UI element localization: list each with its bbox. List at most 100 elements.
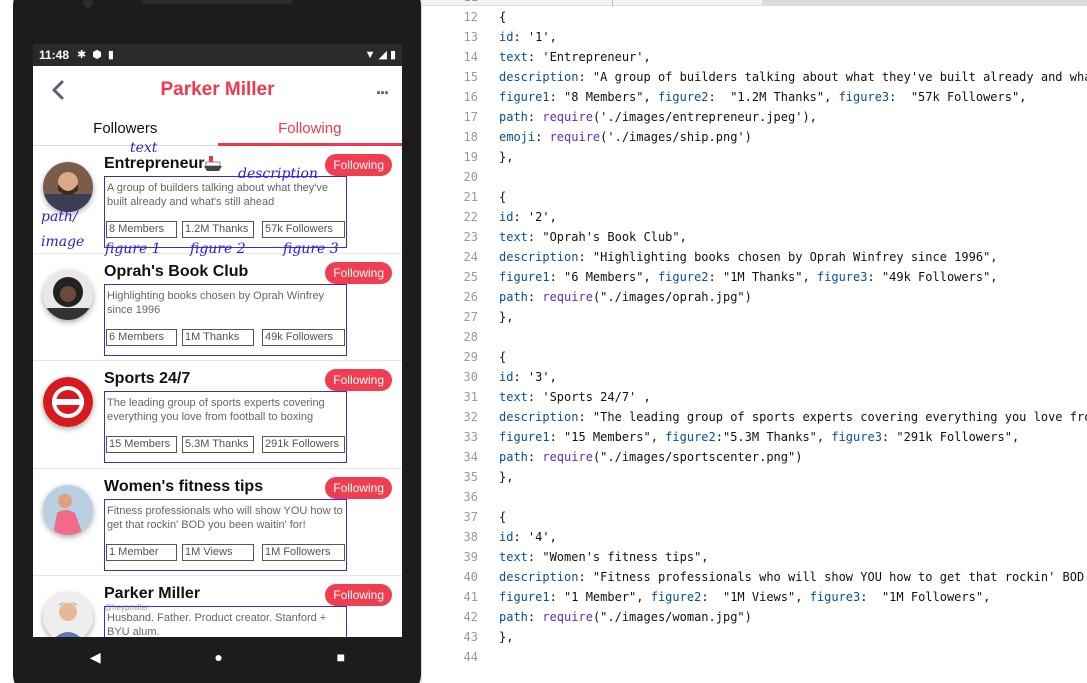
code-line: 43}, xyxy=(422,627,1087,647)
figure-1: 6 Members xyxy=(106,328,177,346)
row-description: Highlighting books chosen by Oprah Winfr… xyxy=(107,289,325,316)
line-number: 26 xyxy=(463,290,478,304)
tab-following[interactable]: Following xyxy=(218,114,403,145)
code-text: id: '3', xyxy=(499,370,557,384)
code-line: 14 text: 'Entrepreneur', xyxy=(422,47,1087,67)
avatar xyxy=(43,162,93,212)
battery-icon: ▮ xyxy=(389,48,396,61)
code-line: 16 figure1: "8 Members", figure2: "1.2M T… xyxy=(422,87,1087,107)
code-text: { xyxy=(499,510,507,524)
list-item[interactable]: Sports 24/7 Following The leading group … xyxy=(33,361,402,469)
avatar xyxy=(43,592,93,637)
code-line: 28 xyxy=(422,327,1087,347)
line-number: 19 xyxy=(463,150,478,164)
line-number: 41 xyxy=(463,590,478,604)
app-header: Parker Miller ... xyxy=(33,66,402,114)
recents-nav-icon[interactable]: ■ xyxy=(337,649,345,665)
figure-3: 1M Followers xyxy=(262,543,345,561)
line-number: 18 xyxy=(463,130,478,144)
code-text: description: "The leading group of sport… xyxy=(499,410,1087,424)
line-number: 22 xyxy=(463,210,478,224)
code-text: figure1: "15 Members", figure2:"5.3M Tha… xyxy=(499,430,1020,444)
code-line: 32 description: "The leading group of spo… xyxy=(422,407,1087,427)
line-number: 38 xyxy=(463,530,478,544)
phone-screen: 11:48 ✱ ⬢ ▮ ▼ ◢ ▮ Parker Miller ... Foll… xyxy=(33,44,402,637)
code-line: 26 path: require("./images/oprah.jpg") xyxy=(422,287,1087,307)
code-line: 38 id: '4', xyxy=(422,527,1087,547)
more-options-icon[interactable]: ... xyxy=(376,78,389,99)
annotation-text: text xyxy=(130,140,158,156)
code-line: 30 id: '3', xyxy=(422,367,1087,387)
list-item[interactable]: Entrepreneur Following A group of builde… xyxy=(33,140,402,257)
line-number: 36 xyxy=(463,490,478,504)
code-text: }, xyxy=(499,630,514,644)
line-number: 42 xyxy=(463,610,478,624)
line-number: 27 xyxy=(463,310,478,324)
code-line: 19}, xyxy=(422,147,1087,167)
wifi-icon: ▼ xyxy=(364,48,376,61)
code-text: text: 'Entrepreneur', xyxy=(499,50,651,64)
row-description: A group of builders talking about what t… xyxy=(107,182,329,208)
figure-2: 1.2M Thanks xyxy=(182,221,254,238)
code-text: description: "Highlighting books chosen … xyxy=(499,250,998,264)
line-number: 33 xyxy=(463,430,478,444)
status-bar: 11:48 ✱ ⬢ ▮ ▼ ◢ ▮ xyxy=(33,44,402,66)
tab-bar: Followers Following xyxy=(33,114,402,146)
code-line: 13 id: '1', xyxy=(422,27,1087,47)
code-line: 18 emoji: require('./images/ship.png') xyxy=(422,127,1087,147)
description-box: The leading group of sports experts cove… xyxy=(104,391,347,464)
following-button[interactable]: Following xyxy=(325,584,392,607)
code-text: { xyxy=(499,10,507,24)
avatar xyxy=(43,269,93,320)
home-nav-icon[interactable]: ● xyxy=(214,649,222,665)
code-line: 22 id: '2', xyxy=(422,207,1087,227)
code-line: 11 xyxy=(422,0,1087,7)
following-button[interactable]: Following xyxy=(325,154,392,176)
avatar xyxy=(43,377,93,428)
code-text: }, xyxy=(499,310,514,324)
line-number: 11 xyxy=(422,0,478,7)
row-description: The leading group of sports experts cove… xyxy=(107,397,325,424)
shield-icon: ⬢ xyxy=(92,48,102,61)
following-button[interactable]: Following xyxy=(325,476,392,499)
tab-followers[interactable]: Followers xyxy=(33,114,218,145)
code-text: text: 'Sports 24/7' , xyxy=(499,390,651,404)
code-line: 39 text: "Women's fitness tips", xyxy=(422,547,1087,567)
code-line: 27}, xyxy=(422,307,1087,327)
status-time: 11:48 xyxy=(39,48,70,62)
line-number: 32 xyxy=(463,410,478,424)
annotation-path: path/ xyxy=(41,209,78,225)
code-text: text: "Oprah's Book Club", xyxy=(499,230,687,244)
following-button[interactable]: Following xyxy=(325,369,392,392)
code-text: path: require("./images/woman.jpg") xyxy=(499,610,752,624)
figure-3: 57k Followers xyxy=(262,221,345,238)
line-number: 14 xyxy=(463,50,478,64)
code-text: path: require("./images/sportscenter.png… xyxy=(499,450,803,464)
annotation-image: image xyxy=(41,234,85,250)
list-item[interactable]: Women's fitness tips Following Fitness p… xyxy=(33,469,402,577)
android-nav-bar: ◀ ● ■ xyxy=(33,637,402,677)
figure-1: 1 Member xyxy=(106,543,177,561)
code-text: }, xyxy=(499,470,514,484)
following-button[interactable]: Following xyxy=(325,261,392,284)
code-line: 17 path: require('./images/entrepreneur.j… xyxy=(422,107,1087,127)
back-chevron-icon[interactable] xyxy=(47,78,71,102)
list-item[interactable]: Oprah's Book Club Following Highlighting… xyxy=(33,254,402,362)
figure-3: 291k Followers xyxy=(262,436,345,454)
row-title: Women's fitness tips xyxy=(104,477,264,495)
figure-1: 8 Members xyxy=(106,221,177,238)
settings-icon: ✱ xyxy=(77,48,87,61)
code-line: 44 xyxy=(422,647,1087,667)
line-number: 43 xyxy=(463,630,478,644)
line-number: 44 xyxy=(463,650,478,664)
code-editor[interactable]: 11 12 {13 id: '1', 14 text: 'Entrepreneur', 15… xyxy=(421,0,1087,683)
line-number: 30 xyxy=(463,370,478,384)
list-item[interactable]: Parker Miller @heypmiller Following Husb… xyxy=(33,576,402,637)
sd-card-icon: ▮ xyxy=(107,48,114,61)
phone-frame: 11:48 ✱ ⬢ ▮ ▼ ◢ ▮ Parker Miller ... Foll… xyxy=(13,0,421,683)
camera-dot xyxy=(83,0,93,8)
figure-3: 49k Followers xyxy=(262,328,345,346)
code-text: id: '4', xyxy=(499,530,557,544)
back-nav-icon[interactable]: ◀ xyxy=(90,649,101,666)
code-line: 31 text: 'Sports 24/7' , xyxy=(422,387,1087,407)
